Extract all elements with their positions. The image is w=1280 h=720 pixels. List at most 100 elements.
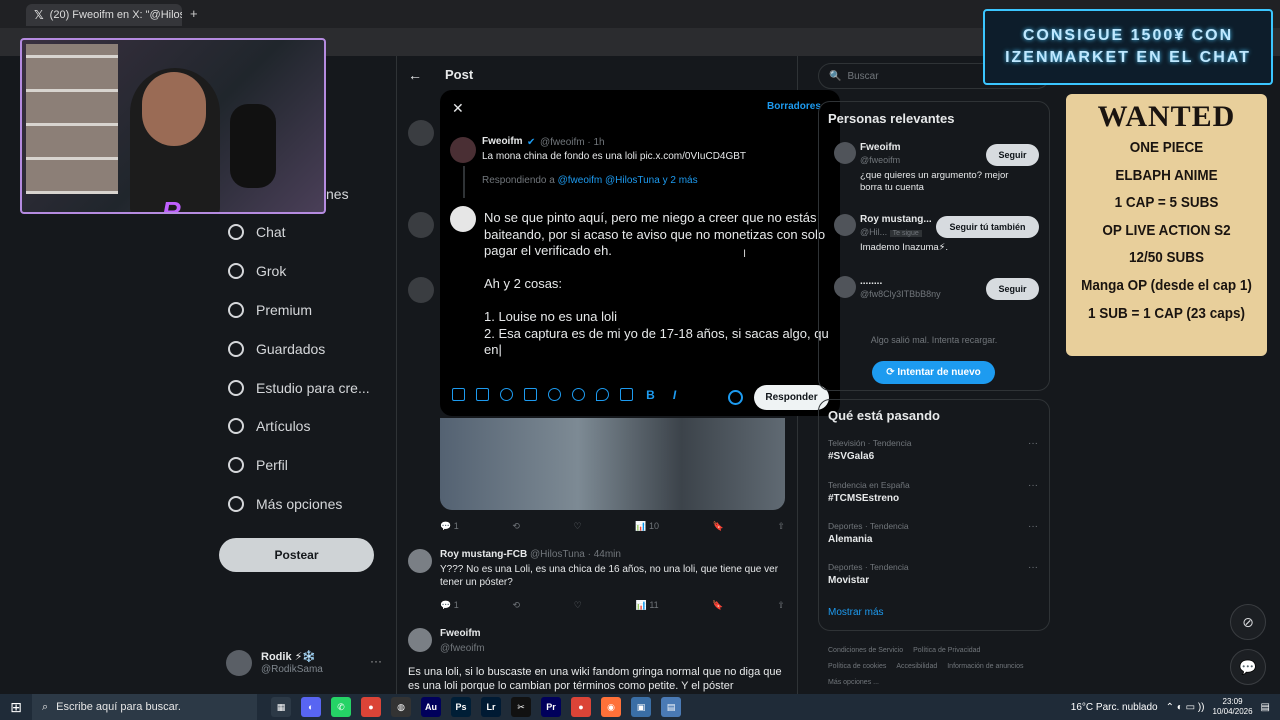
retweet-icon[interactable]: ⟲ [512,600,520,611]
trend-item[interactable]: Tendencia en España #TCMSEstreno ··· [828,480,1038,504]
italic-icon[interactable]: I [668,388,681,402]
avatar [834,142,856,164]
taskbar-app-icon[interactable]: Lr [481,697,501,717]
account-switcher[interactable]: Rodik ⚡❄️ @RodikSama ··· [226,650,386,684]
footer-link[interactable]: Información de anuncios [947,659,1023,675]
like-icon[interactable]: ♡ [574,521,582,532]
footer-link[interactable]: Condiciones de Servicio [828,643,903,659]
nav-item-articulos[interactable]: Artículos [228,418,310,434]
bold-icon[interactable]: B [644,388,657,402]
nav-item-estudio[interactable]: Estudio para cre... [228,380,370,396]
taskbar-app-icon[interactable]: ▣ [631,697,651,717]
nav-item-perfil[interactable]: Perfil [228,457,288,473]
show-more-link[interactable]: Mostrar más [828,607,884,618]
taskbar-app-icon[interactable]: ▤ [661,697,681,717]
grok-icon[interactable]: ⊘ [1230,604,1266,640]
mouse-cursor: I [743,248,747,260]
taskbar-app-icon[interactable]: Ps [451,697,471,717]
profile-icon [228,457,244,473]
image-icon[interactable] [452,388,465,401]
windows-start-icon[interactable]: ⊞ [0,699,32,716]
poll-icon[interactable] [524,388,537,401]
location-icon[interactable] [596,388,609,401]
emoji-icon[interactable] [548,388,561,401]
more-icon[interactable]: ··· [1028,562,1038,573]
flag-icon[interactable] [620,388,633,401]
bookmark-icon[interactable]: 🔖 [713,521,724,532]
replying-links[interactable]: @fweoifm @HilosTuna y 2 más [558,175,698,186]
trend-name: Alemania [828,534,873,545]
premium-icon [228,302,244,318]
footer-link[interactable]: Política de cookies [828,659,886,675]
drafts-link[interactable]: Borradores [767,101,821,112]
taskbar-app-icon[interactable]: ◐ [301,697,321,717]
tweet-author: Roy mustang-FCB @HilosTuna · 44min [440,549,621,560]
follow-back-button[interactable]: Seguir tú también [936,216,1039,238]
taskbar-app-icon[interactable]: ● [361,697,381,717]
follow-button[interactable]: Seguir [986,144,1039,166]
avatar [834,276,856,298]
bookmark-icon [228,341,244,357]
weather[interactable]: 16°C Parc. nublado [1071,702,1158,713]
share-icon[interactable]: ⇧ [777,600,785,611]
footer-link[interactable]: Más opciones ... [828,675,879,691]
trend-item[interactable]: Televisión · Tendencia #SVGala6 ··· [828,438,1038,462]
share-icon[interactable]: ⇧ [777,521,785,532]
person-name: Roy mustang... [860,214,932,225]
reply-textarea[interactable]: No se que pinto aquí, pero me niego a cr… [484,210,829,359]
taskbar-app-icon[interactable]: Pr [541,697,561,717]
nav-item-partial[interactable]: nes [326,186,349,202]
clock[interactable]: 23:09 10/04/2026 [1213,697,1253,717]
views-icon[interactable]: 📊 11 [636,600,659,611]
article-icon [228,418,244,434]
tweet-media[interactable] [440,418,785,510]
taskbar-app-icon[interactable]: ◍ [391,697,411,717]
taskbar-app-icon[interactable]: ● [571,697,591,717]
browser-tab[interactable]: 𝕏 (20) Fweoifm en X: "@HilosTuna ✕ [26,4,182,26]
post-button[interactable]: Postear [219,538,374,572]
account-menu-icon[interactable]: ··· [370,654,382,668]
nav-item-grok[interactable]: Grok [228,263,286,279]
taskbar-app-icon[interactable]: ✆ [331,697,351,717]
taskbar-app-icon[interactable]: ✂ [511,697,531,717]
retry-label: Intentar de nuevo [897,367,981,378]
trend-item[interactable]: Deportes · Tendencia Alemania ··· [828,521,1038,545]
gif-icon[interactable] [476,388,489,401]
avatar [408,277,434,303]
tray-icons[interactable]: ⌃ ◐ ▭ )) [1166,702,1205,713]
nav-item-mas[interactable]: Más opciones [228,496,342,512]
taskbar-search[interactable]: ⌕ Escribe aquí para buscar. [32,694,257,720]
reply-icon[interactable]: 💬 1 [440,600,459,611]
grok-icon[interactable] [500,388,513,401]
follow-button[interactable]: Seguir [986,278,1039,300]
taskbar-app-icon[interactable]: ◉ [601,697,621,717]
more-icon[interactable]: ··· [1028,480,1038,491]
nav-item-chat[interactable]: Chat [228,224,286,240]
more-icon[interactable]: ··· [1028,438,1038,449]
trend-item[interactable]: Deportes · Tendencia Movistar ··· [828,562,1038,586]
bookmark-icon[interactable]: 🔖 [712,600,723,611]
taskbar-app-icon[interactable]: Au [421,697,441,717]
footer-links: Condiciones de Servicio Política de Priva… [828,643,1038,691]
footer-link[interactable]: Accesibilidad [896,659,937,675]
reply-icon[interactable]: 💬 1 [440,521,459,532]
more-icon[interactable]: ··· [1028,521,1038,532]
like-icon[interactable]: ♡ [574,600,582,611]
schedule-icon[interactable] [572,388,585,401]
nav-item-premium[interactable]: Premium [228,302,312,318]
views-icon[interactable]: 📊 10 [635,521,659,532]
back-arrow-icon[interactable]: ← [408,67,422,83]
retweet-icon[interactable]: ⟲ [512,521,520,532]
retry-button[interactable]: ⟳ Intentar de nuevo [872,361,995,384]
notifications-icon[interactable]: ▤ [1261,702,1270,713]
taskbar-app-icon[interactable]: ▦ [271,697,291,717]
person-bio: ¿que quieres un argumento? mejor borra t… [860,170,1009,193]
grok-icon [228,263,244,279]
new-tab-button[interactable]: + [190,6,198,21]
footer-link[interactable]: Política de Privacidad [913,643,980,659]
close-icon[interactable]: ✕ [452,100,464,117]
banner-line: CONSIGUE 1500¥ CON [1022,27,1234,44]
nav-label: Premium [256,302,313,318]
nav-item-guardados[interactable]: Guardados [228,341,325,357]
messages-icon[interactable]: 💬 [1230,649,1266,685]
